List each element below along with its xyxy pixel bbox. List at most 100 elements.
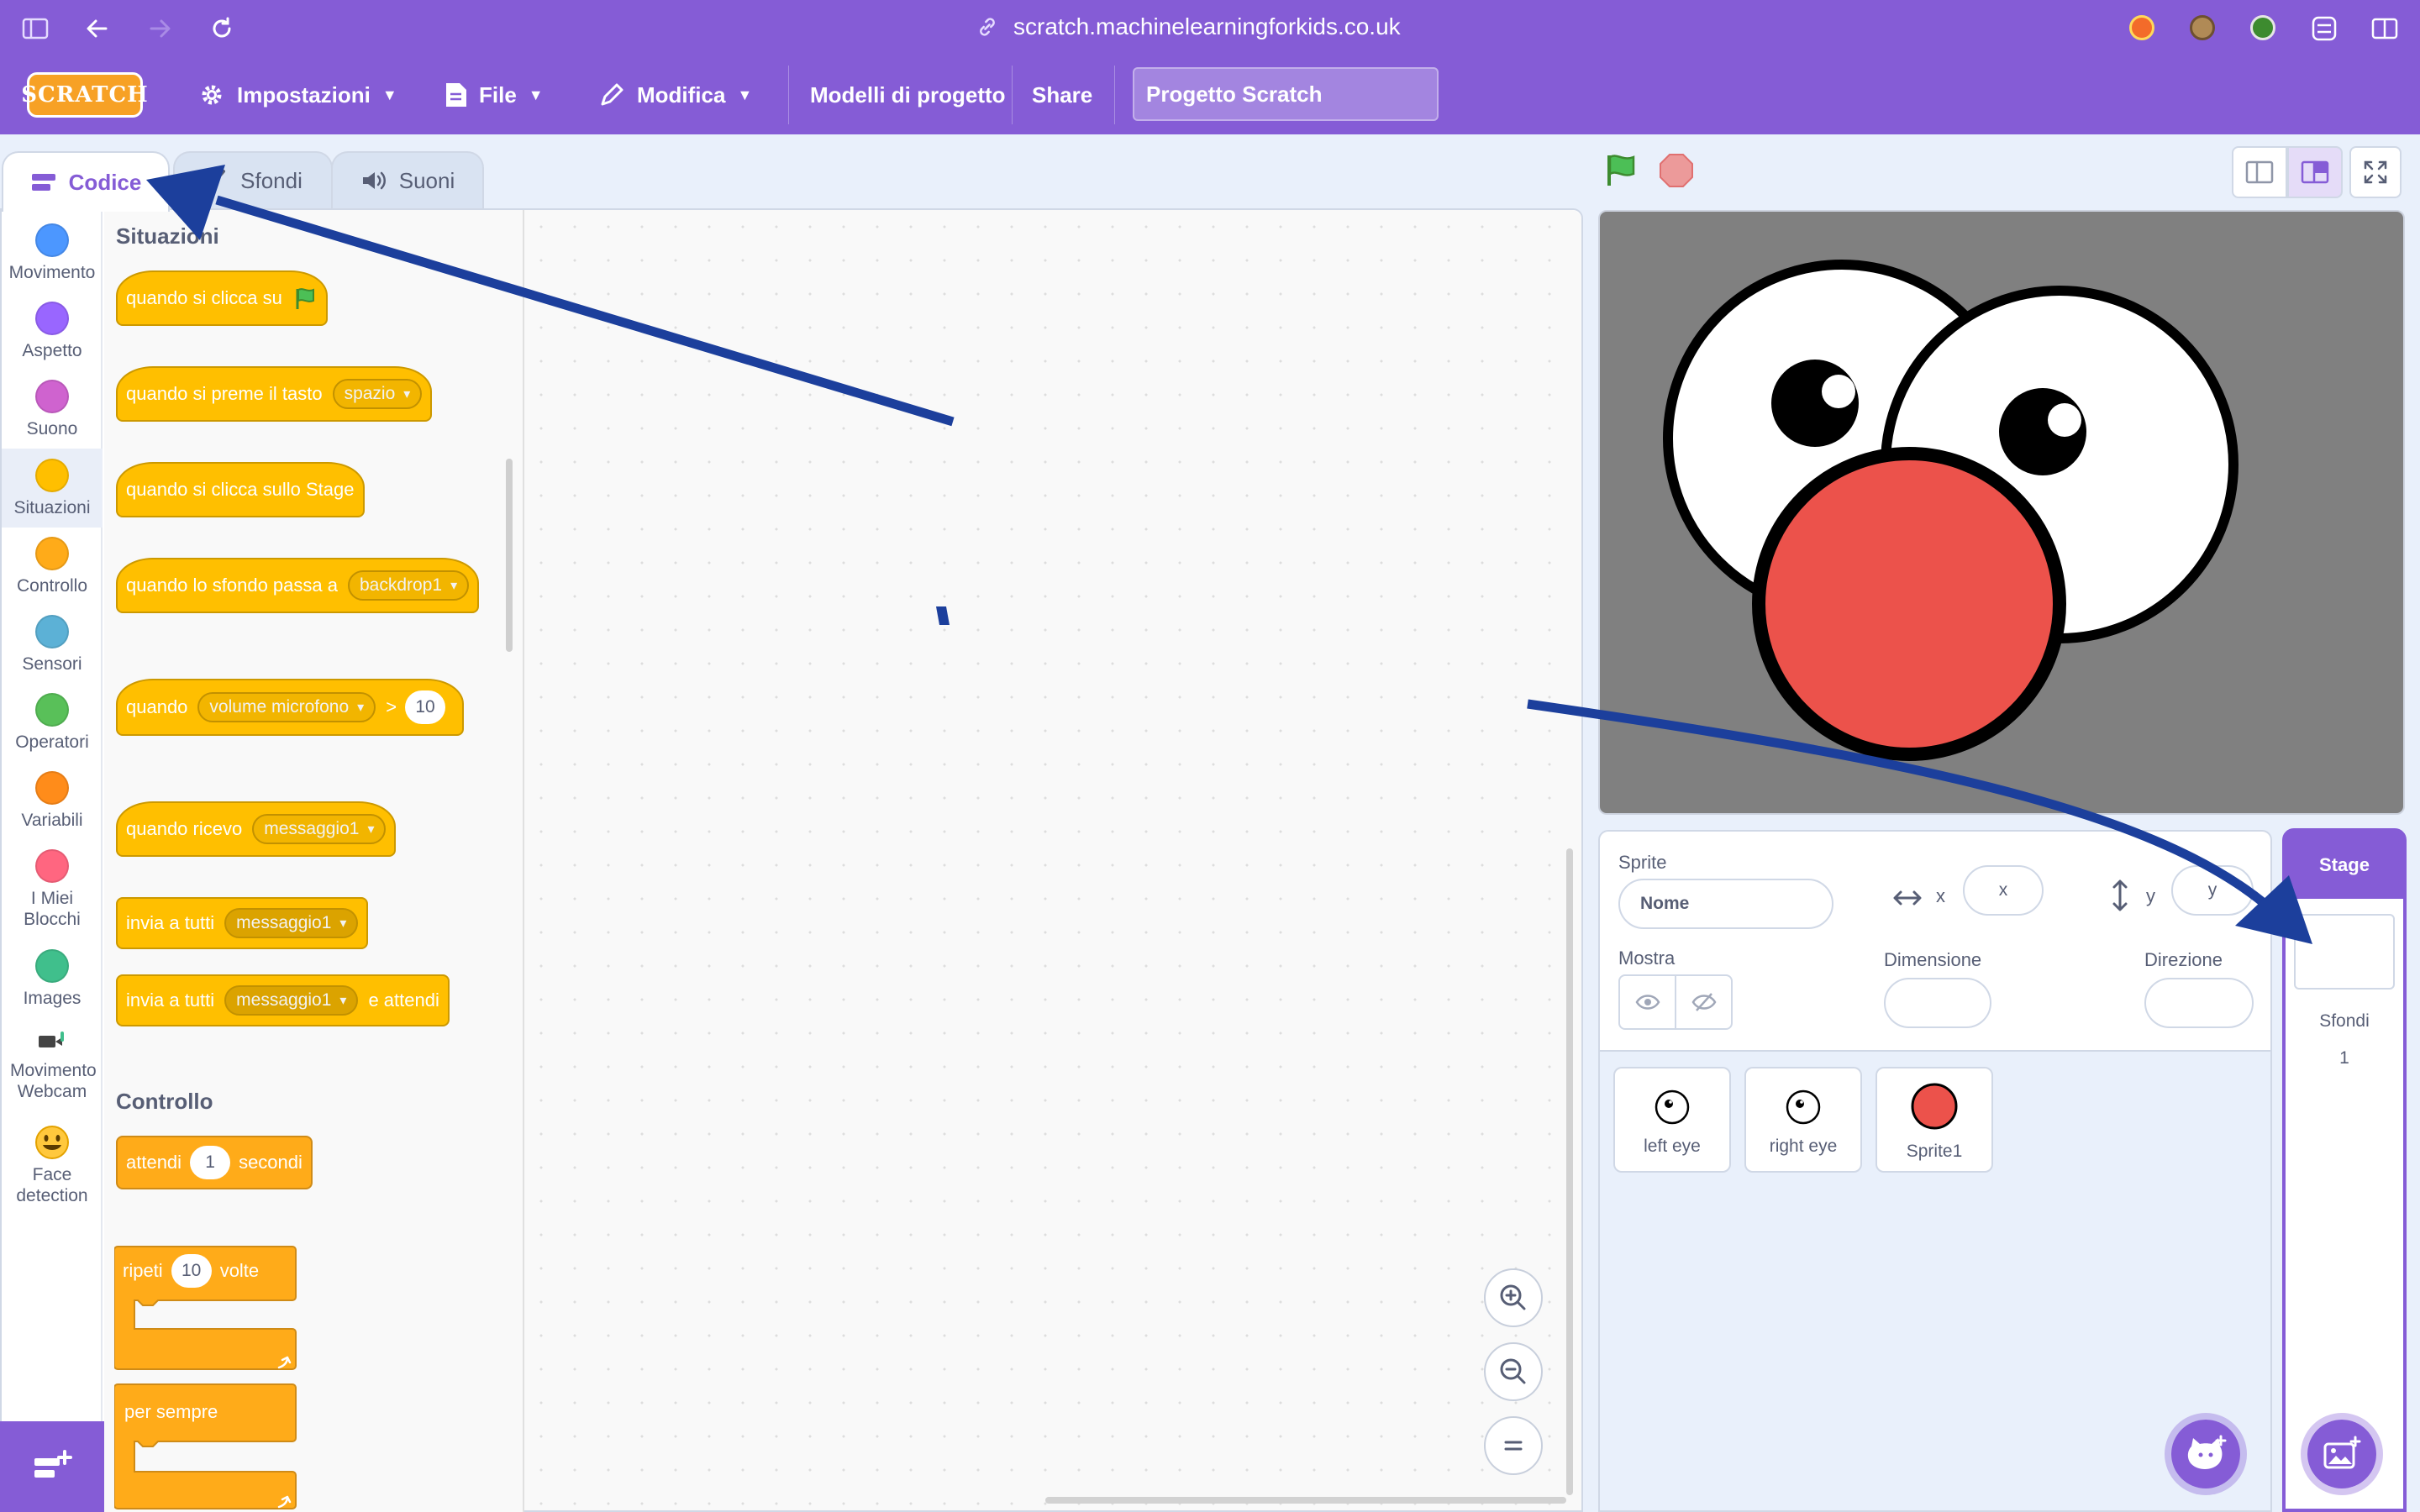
edit-menu[interactable]: Modifica ▼ <box>598 55 752 134</box>
category-events[interactable]: Situazioni <box>2 449 103 528</box>
settings-menu[interactable]: Impostazioni ▼ <box>198 55 397 134</box>
show-sprite-button[interactable] <box>1620 976 1676 1028</box>
stage-canvas[interactable] <box>1598 210 2405 815</box>
share-button[interactable]: Share <box>1032 55 1092 134</box>
sidebar-toggle-icon[interactable] <box>18 12 52 45</box>
code-blocks-icon <box>31 174 55 191</box>
project-templates-menu[interactable]: Modelli di progetto <box>810 55 1006 134</box>
red-nose-thumbnail <box>1911 1083 1958 1130</box>
script-area[interactable] <box>524 210 1581 1510</box>
project-title-input[interactable]: Progetto Scratch <box>1133 67 1439 121</box>
sensor-dropdown[interactable]: volume microfono <box>197 692 376 722</box>
tab-backdrops[interactable]: Sfondi <box>173 151 333 208</box>
block-when-i-receive[interactable]: quando ricevo messaggio1 <box>116 801 397 857</box>
script-area-horizontal-scrollbar[interactable] <box>1045 1497 1566 1504</box>
direction-field[interactable] <box>2144 978 2254 1028</box>
sprite-tile-right-eye[interactable]: right eye <box>1744 1067 1862 1173</box>
category-looks[interactable]: Aspetto <box>2 295 103 369</box>
category-face-detection[interactable]: Face detection <box>2 1121 103 1213</box>
block-forever[interactable]: per sempre <box>124 1393 218 1431</box>
zoom-reset-button[interactable] <box>1484 1416 1543 1475</box>
script-area-vertical-scrollbar[interactable] <box>1566 848 1573 1495</box>
scratch-logo[interactable]: SCRATCH <box>21 72 148 118</box>
extension-icon[interactable] <box>2129 15 2154 40</box>
block-broadcast[interactable]: invia a tutti messaggio1 <box>116 897 369 949</box>
green-flag-button[interactable] <box>1602 151 1640 190</box>
category-my-blocks[interactable]: I Miei Blocchi <box>2 843 103 935</box>
zoom-in-button[interactable] <box>1484 1268 1543 1327</box>
block-when-key-pressed[interactable]: quando si preme il tasto spazio <box>116 366 433 422</box>
file-menu-label: File <box>479 81 517 108</box>
right-eye-highlight <box>2048 403 2081 437</box>
category-images-dot <box>35 949 69 983</box>
sprite-name-field[interactable]: Nome <box>1618 879 1833 929</box>
reload-icon[interactable] <box>205 12 239 45</box>
controls-extension-icon[interactable] <box>2307 12 2341 45</box>
category-my-blocks-label: I Miei Blocchi <box>24 889 81 929</box>
category-images[interactable]: Images <box>2 942 103 1016</box>
block-repeat[interactable]: ripeti 10 volte <box>123 1250 259 1292</box>
category-operators[interactable]: Operatori <box>2 686 103 760</box>
vertical-arrows-icon <box>2112 879 2128 911</box>
stop-button[interactable] <box>1658 152 1695 189</box>
block-broadcast-and-wait[interactable]: invia a tutti messaggio1 e attendi <box>116 974 450 1026</box>
forward-arrow-icon[interactable] <box>143 12 176 45</box>
small-stage-button[interactable] <box>2232 146 2287 198</box>
address-bar-url[interactable]: scratch.machinelearningforkids.co.uk <box>1013 13 1401 40</box>
block-text-suffix: volte <box>219 1260 260 1281</box>
nose-sprite[interactable] <box>1752 447 2066 761</box>
tab-code[interactable]: Codice <box>2 151 170 212</box>
shield-extension-icon[interactable] <box>2250 15 2275 40</box>
visibility-toggle <box>1618 974 1733 1030</box>
repeat-count-input[interactable]: 10 <box>171 1254 212 1288</box>
category-sound[interactable]: Suono <box>2 373 103 447</box>
hide-sprite-button[interactable] <box>1676 976 1731 1028</box>
message-dropdown[interactable]: messaggio1 <box>252 814 387 844</box>
message-dropdown[interactable]: messaggio1 <box>224 908 359 938</box>
block-text: quando si clicca su <box>126 287 282 308</box>
fullscreen-button[interactable] <box>2349 146 2402 198</box>
x-position-field[interactable]: x <box>1963 865 2044 916</box>
choose-backdrop-button[interactable] <box>2301 1413 2383 1495</box>
category-control[interactable]: Controllo <box>2 530 103 604</box>
category-variables[interactable]: Variabili <box>2 764 103 838</box>
backdrop-dropdown[interactable]: backdrop1 <box>347 570 470 601</box>
add-extension-button[interactable] <box>0 1421 104 1512</box>
block-text: invia a tutti <box>126 990 215 1011</box>
choose-sprite-button[interactable] <box>2165 1413 2247 1495</box>
block-when-stage-clicked[interactable]: quando si clicca sullo Stage <box>116 462 365 517</box>
block-when-flag-clicked[interactable]: quando si clicca su <box>116 270 328 326</box>
category-images-label: Images <box>23 989 82 1008</box>
y-position-field[interactable]: y <box>2171 865 2254 916</box>
stage-selector[interactable]: Stage Sfondi 1 <box>2282 828 2407 1512</box>
tab-backdrops-label: Sfondi <box>240 167 302 193</box>
right-eye-thumbnail <box>1786 1089 1821 1125</box>
block-when-backdrop-switches[interactable]: quando lo sfondo passa a backdrop1 <box>116 558 480 613</box>
block-when-sensor-greater[interactable]: quando volume microfono > 10 <box>116 679 465 736</box>
wait-seconds-input[interactable]: 1 <box>190 1146 231 1179</box>
zoom-out-button[interactable] <box>1484 1342 1543 1401</box>
file-menu[interactable]: File ▼ <box>444 55 544 134</box>
cookie-extension-icon[interactable] <box>2190 15 2215 40</box>
split-view-icon[interactable] <box>2368 12 2402 45</box>
threshold-input[interactable]: 10 <box>405 690 446 724</box>
category-motion[interactable]: Movimento <box>2 217 103 291</box>
gear-icon <box>202 85 222 105</box>
palette-scrollbar[interactable] <box>506 459 513 652</box>
category-sensing[interactable]: Sensori <box>2 608 103 682</box>
tab-sounds[interactable]: Suoni <box>331 151 484 208</box>
block-text: quando ricevo <box>126 818 243 839</box>
key-dropdown[interactable]: spazio <box>332 379 423 409</box>
stage-selector-title: Stage <box>2286 832 2403 899</box>
category-face-detection-label: Face detection <box>16 1165 88 1205</box>
back-arrow-icon[interactable] <box>81 12 114 45</box>
sprite-tile-left-eye[interactable]: left eye <box>1613 1067 1731 1173</box>
block-wait-seconds[interactable]: attendi 1 secondi <box>116 1136 313 1189</box>
message-dropdown[interactable]: messaggio1 <box>224 985 359 1016</box>
category-control-dot <box>35 537 69 570</box>
category-webcam-motion[interactable]: Movimento Webcam <box>2 1025 103 1117</box>
normal-stage-button[interactable] <box>2287 146 2343 198</box>
block-text-suffix: secondi <box>239 1152 302 1173</box>
sprite-tile-sprite1[interactable]: Sprite1 <box>1876 1067 1993 1173</box>
size-field[interactable] <box>1884 978 1991 1028</box>
